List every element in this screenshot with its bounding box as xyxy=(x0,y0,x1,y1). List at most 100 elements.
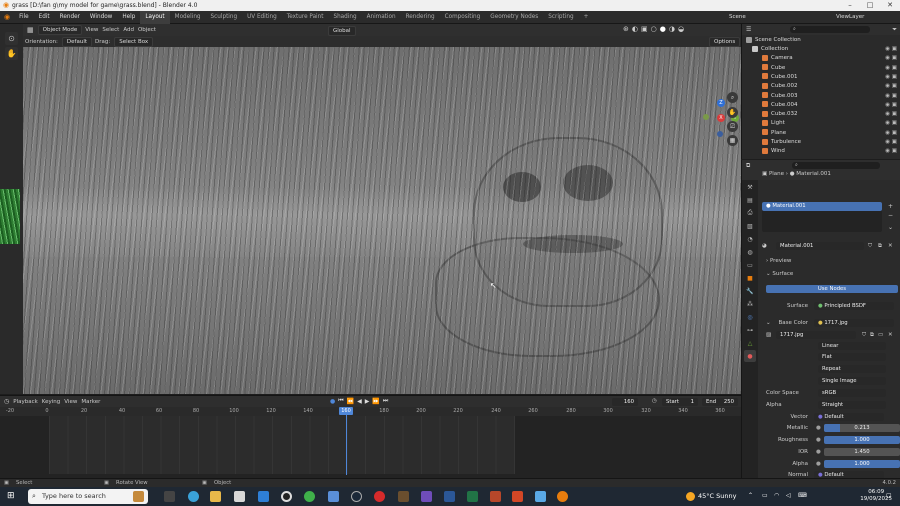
object-tab-icon[interactable]: ■ xyxy=(744,272,756,284)
windows-start-icon[interactable]: ⊞ xyxy=(7,491,15,502)
properties-editor-icon[interactable]: ⧉ xyxy=(746,162,750,170)
ior-field[interactable]: 1.450 xyxy=(824,448,900,456)
camera-view-icon[interactable]: ⎚ xyxy=(727,121,738,132)
maximize-button[interactable]: □ xyxy=(860,0,880,11)
play-reverse-icon[interactable]: ◀ xyxy=(357,398,362,405)
timeline-editor-icon[interactable]: ◷ xyxy=(0,398,13,405)
material-shading-icon[interactable]: ◑ xyxy=(669,25,675,33)
gizmo-x-axis[interactable]: X xyxy=(717,114,725,122)
gizmo-z-axis[interactable]: Z xyxy=(717,99,725,107)
transform-orientation-selector[interactable]: Global xyxy=(328,26,356,36)
collection-tab-icon[interactable]: ▭ xyxy=(744,259,756,271)
app-blue-icon[interactable] xyxy=(258,491,269,502)
outliner-item[interactable]: Cube.002 ◉ ▣ xyxy=(742,82,900,91)
base-color-field[interactable]: ● 1717.jpg xyxy=(814,319,894,327)
tab-shading[interactable]: Shading xyxy=(328,11,361,24)
editor-type-icon[interactable]: ▦ xyxy=(23,26,38,34)
visibility-icon[interactable]: ◉ ▣ xyxy=(885,119,897,128)
jump-start-icon[interactable]: ⏮ xyxy=(338,397,343,405)
hand-icon[interactable]: ✋ xyxy=(5,47,18,60)
menu-marker[interactable]: Marker xyxy=(81,399,100,405)
menu-view[interactable]: View xyxy=(85,27,98,33)
frame-range-area[interactable] xyxy=(49,416,515,474)
file-explorer-icon[interactable] xyxy=(210,491,221,502)
outliner-item[interactable]: Turbulence ◉ ▣ xyxy=(742,138,900,147)
filter-icon[interactable]: ⏷ xyxy=(892,26,897,34)
scene-collection-row[interactable]: Scene Collection xyxy=(742,36,900,45)
view-layer-tab-icon[interactable]: ▧ xyxy=(744,220,756,232)
outliner-item[interactable]: Light ◉ ▣ xyxy=(742,119,900,128)
options-button[interactable]: Options xyxy=(709,37,741,47)
scene-selector[interactable]: Scene xyxy=(725,13,750,21)
solid-shading-icon[interactable]: ● xyxy=(660,25,666,33)
material-tab-icon[interactable]: ● xyxy=(744,350,756,362)
preview-panel-header[interactable]: › Preview xyxy=(758,256,900,266)
menu-timeline-view[interactable]: View xyxy=(64,399,77,405)
tab-uv-editing[interactable]: UV Editing xyxy=(242,11,282,24)
orientation-selector[interactable]: Default xyxy=(61,36,93,47)
particles-tab-icon[interactable]: ⁂ xyxy=(744,298,756,310)
render-tab-icon[interactable]: ▤ xyxy=(744,194,756,206)
tab-modeling[interactable]: Modeling xyxy=(170,11,206,24)
taskbar-search[interactable]: ⌕ Type here to search xyxy=(28,489,148,504)
modifier-tab-icon[interactable]: 🔧 xyxy=(744,285,756,297)
mode-selector[interactable]: Object Mode xyxy=(37,25,83,35)
task-view-icon[interactable] xyxy=(164,491,175,502)
record-icon[interactable]: ● xyxy=(330,398,335,405)
alpha-mode-dropdown[interactable]: Straight xyxy=(818,401,886,409)
app-folder-icon[interactable] xyxy=(328,491,339,502)
prev-key-icon[interactable]: ⏪ xyxy=(347,398,354,405)
slot-menu-icon[interactable]: ⌄ xyxy=(888,224,893,231)
menu-object[interactable]: Object xyxy=(138,27,156,33)
visibility-icon[interactable]: ◉ ▣ xyxy=(885,92,897,101)
gizmo-neg-y[interactable] xyxy=(703,114,709,120)
menu-add[interactable]: Add xyxy=(123,27,134,33)
network-icon[interactable]: ▭ xyxy=(762,492,768,499)
metallic-slider[interactable]: 0.213 xyxy=(824,424,900,432)
visibility-icon[interactable]: ◉ ▣ xyxy=(885,82,897,91)
extension-dropdown[interactable]: Repeat xyxy=(818,365,886,373)
unlink-material-icon[interactable]: ✕ xyxy=(888,241,893,251)
tab-sculpting[interactable]: Sculpting xyxy=(206,11,243,24)
fake-user-icon[interactable]: ⛉ xyxy=(868,241,872,251)
edge-icon[interactable] xyxy=(188,491,199,502)
visibility-icon[interactable]: ◉ ▣ xyxy=(885,147,897,156)
menu-keying[interactable]: Keying xyxy=(42,399,60,405)
physics-tab-icon[interactable]: ◎ xyxy=(744,311,756,323)
outliner-item[interactable]: Cube ◉ ▣ xyxy=(742,64,900,73)
tab-geometry-nodes[interactable]: Geometry Nodes xyxy=(485,11,543,24)
world-tab-icon[interactable]: ◍ xyxy=(744,246,756,258)
play-icon[interactable]: ▶ xyxy=(365,398,370,405)
visibility-icon[interactable]: ◉ ▣ xyxy=(885,129,897,138)
surface-panel-header[interactable]: ⌄ Surface xyxy=(758,269,900,279)
excel-icon[interactable] xyxy=(467,491,478,502)
blender-taskbar-icon[interactable] xyxy=(557,491,568,502)
tab-compositing[interactable]: Compositing xyxy=(440,11,486,24)
roughness-slider[interactable]: 1.000 xyxy=(824,436,900,444)
acrobat-icon[interactable] xyxy=(490,491,501,502)
visibility-icon[interactable]: ◉ ▣ xyxy=(885,54,897,63)
duplicate-material-icon[interactable]: ⧉ xyxy=(878,241,882,251)
outliner-item[interactable]: Plane ◉ ▣ xyxy=(742,129,900,138)
blender-menu-icon[interactable]: ◉ xyxy=(0,13,14,21)
view-icon[interactable]: ⊙ xyxy=(5,32,18,45)
image-open-icon[interactable]: ▭ xyxy=(878,330,883,340)
remove-slot-icon[interactable]: − xyxy=(888,212,893,219)
start-frame-field[interactable]: Start 1 xyxy=(662,398,698,406)
menu-select[interactable]: Select xyxy=(102,27,119,33)
gizmo-icon[interactable]: ⊛ xyxy=(623,25,629,33)
image-duplicate-icon[interactable]: ⧉ xyxy=(870,330,874,340)
jump-end-icon[interactable]: ⏭ xyxy=(383,397,388,405)
outliner-item[interactable]: Cube.001 ◉ ▣ xyxy=(742,73,900,82)
visibility-icon[interactable]: ◉ ▣ xyxy=(885,101,897,110)
data-tab-icon[interactable]: △ xyxy=(744,337,756,349)
navigation-gizmo[interactable]: Z X Y xyxy=(703,99,741,139)
menu-help[interactable]: Help xyxy=(117,11,140,24)
drag-selector[interactable]: Select Box xyxy=(114,36,154,47)
outliner-item[interactable]: Wind ◉ ▣ xyxy=(742,147,900,156)
vector-field[interactable]: ● Default xyxy=(814,413,884,421)
outliner-item[interactable]: Cube.032 ◉ ▣ xyxy=(742,110,900,119)
wireframe-shading-icon[interactable]: ○ xyxy=(651,25,657,33)
current-frame-field[interactable]: 160 xyxy=(612,398,638,406)
projection-dropdown[interactable]: Flat xyxy=(818,353,886,361)
